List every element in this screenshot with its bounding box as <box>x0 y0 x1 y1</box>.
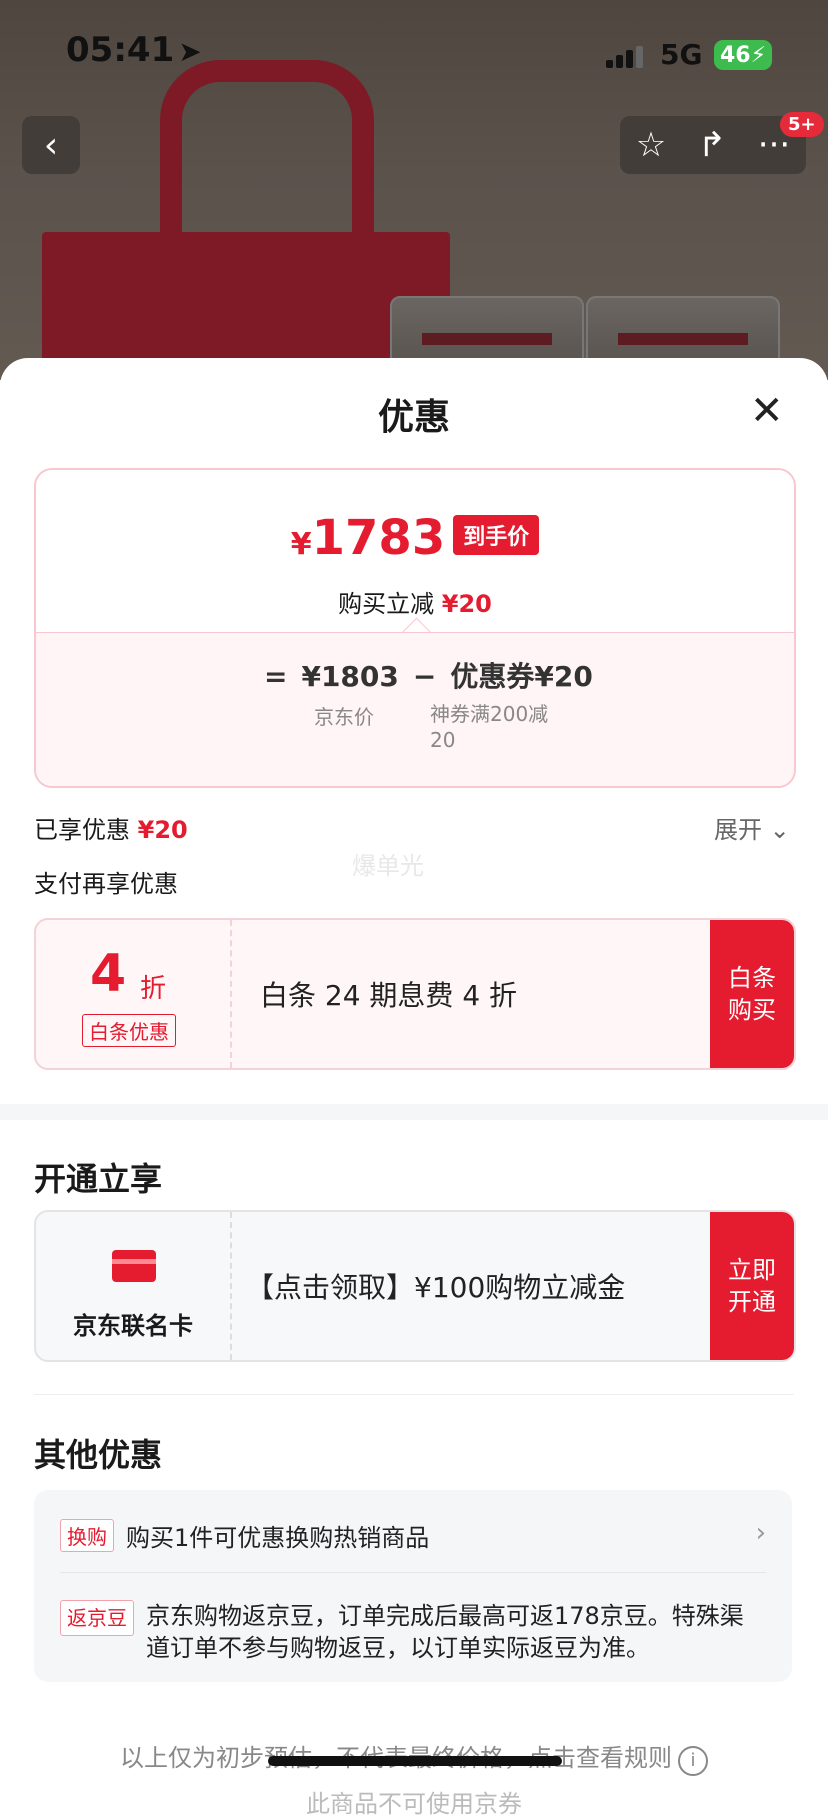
watermark: 爆单光 <box>352 852 424 880</box>
baitiao-text: 白条 24 期息费 4 折 <box>260 979 518 1012</box>
info-icon: i <box>678 1746 708 1776</box>
pay-more-label: 支付再享优惠 <box>34 870 178 898</box>
co-brand-card[interactable]: 京东联名卡 【点击领取】¥100购物立减金 立即开通 <box>34 1210 796 1362</box>
instant-discount: 购买立减 ¥20 <box>338 590 492 618</box>
co-brand-text: 【点击领取】¥100购物立减金 <box>246 1271 626 1304</box>
discount-number: 4 <box>90 944 127 1004</box>
final-price-tag: 到手价 <box>453 515 540 555</box>
signal-icon <box>606 46 646 68</box>
card-name: 京东联名卡 <box>73 1312 193 1340</box>
base-price-label: 京东价 <box>314 705 374 729</box>
discount-unit: 折 <box>140 974 167 1004</box>
list-item: 返京豆 京东购物返京豆，订单完成后最高可返178京豆。特殊渠道订单不参与购物返豆，… <box>60 1600 766 1664</box>
network-type: 5G <box>660 38 703 71</box>
final-price: ¥1783 到手价 <box>36 510 794 566</box>
battery-icon: 46 ⚡ <box>714 40 772 70</box>
baitiao-card[interactable]: 4 折 白条优惠 白条 24 期息费 4 折 白条购买 <box>34 918 796 1070</box>
share-icon[interactable]: ↱ <box>698 125 727 165</box>
other-offers: 换购 购买1件可优惠换购热销商品 › 返京豆 京东购物返京豆，订单完成后最高可返17… <box>34 1490 792 1682</box>
coupon-note: 此商品不可使用京券 <box>306 1790 522 1818</box>
chevron-down-icon: ⌄ <box>769 816 790 844</box>
baitiao-tag: 白条优惠 <box>82 1014 176 1047</box>
price-card: ¥1783 到手价 购买立减 ¥20 = ¥1803− 优惠券¥20 京东价 神券满2… <box>34 468 796 788</box>
close-icon[interactable]: ✕ <box>750 388 784 434</box>
enjoyed-discount: 已享优惠 ¥20 <box>34 816 188 844</box>
other-section-title: 其他优惠 <box>34 1436 163 1474</box>
open-now-button[interactable]: 立即开通 <box>710 1212 794 1360</box>
home-indicator <box>268 1756 562 1766</box>
back-button[interactable]: ‹ <box>22 116 80 174</box>
location-arrow-icon: ➤ <box>178 35 202 68</box>
red-bag-handle <box>160 60 374 292</box>
list-item[interactable]: 换购 购买1件可优惠换购热销商品 › <box>60 1518 766 1553</box>
status-time: 05:41 ➤ <box>66 30 202 70</box>
chevron-left-icon: ‹ <box>43 124 59 166</box>
section-divider <box>0 1104 828 1120</box>
baitiao-buy-button[interactable]: 白条购买 <box>710 920 794 1068</box>
chevron-right-icon: › <box>755 1518 766 1548</box>
credit-card-icon <box>112 1250 156 1282</box>
coupon-desc: 神券满200减20 <box>430 702 549 752</box>
open-section-title: 开通立享 <box>34 1160 163 1198</box>
star-icon[interactable]: ☆ <box>636 125 666 165</box>
sheet-title: 优惠 <box>377 397 450 438</box>
divider-line <box>34 1394 794 1395</box>
discount-sheet: 优惠 ✕ ¥1783 到手价 购买立减 ¥20 = ¥1803− 优惠券¥20 京东价… <box>0 358 828 1818</box>
expand-button[interactable]: 展开 ⌄ <box>714 810 790 845</box>
nav-actions: ☆ ↱ ··· <box>620 116 806 174</box>
price-formula: = ¥1803− 优惠券¥20 <box>264 660 593 693</box>
notification-badge: 5+ <box>780 112 824 137</box>
